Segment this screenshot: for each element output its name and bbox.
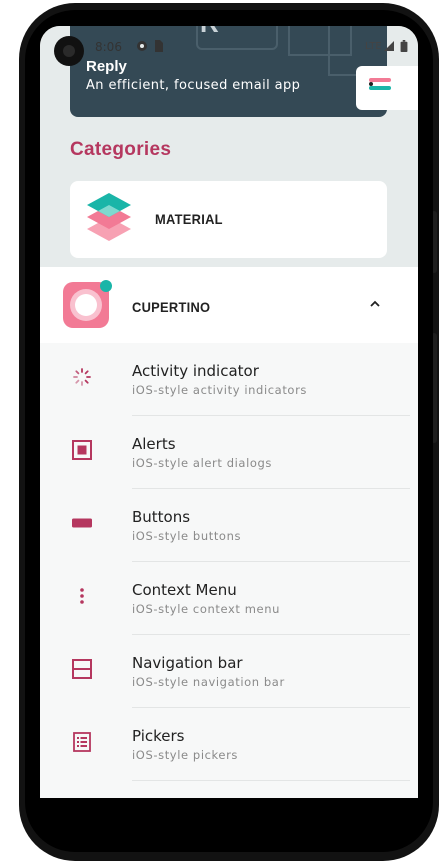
alert-icon [72,440,92,460]
item-subtitle: iOS-style context menu [132,602,280,616]
list-item-buttons[interactable]: Buttons iOS-style buttons [40,489,418,562]
menu-bar-teal [369,86,391,90]
item-title: Buttons [132,508,191,526]
item-subtitle: iOS-style activity indicators [132,383,307,397]
cupertino-demo-list: Activity indicator iOS-style activity in… [40,343,418,781]
menu-button[interactable] [356,66,418,110]
button-icon [72,518,92,528]
material-category-card[interactable]: MATERIAL [70,181,387,258]
more-vertical-icon [80,588,84,604]
item-title: Alerts [132,435,176,453]
cupertino-label: CUPERTINO [132,299,211,315]
item-subtitle: iOS-style alert dialogs [132,456,273,470]
chevron-up-icon[interactable] [370,299,380,309]
signal-icon [384,41,394,51]
material-label: MATERIAL [155,211,223,227]
list-item-activity-indicator[interactable]: Activity indicator iOS-style activity in… [40,343,418,416]
cupertino-category-header[interactable]: CUPERTINO [40,267,418,343]
item-title: Navigation bar [132,654,243,672]
battery-icon [400,40,408,52]
settings-status-icon [137,41,147,51]
list-item-pickers[interactable]: Pickers iOS-style pickers [40,708,418,781]
item-subtitle: iOS-style pickers [132,748,238,762]
item-title: Pickers [132,727,185,745]
reply-subtitle: An efficient, focused email app [86,78,301,93]
material-logo-icon [87,193,131,241]
list-item-context-menu[interactable]: Context Menu iOS-style context menu [40,562,418,635]
status-time: 8:06 [95,40,122,54]
front-camera [54,36,84,66]
sim-card-icon [155,40,163,52]
status-bar: 8:06 LTE [40,26,418,66]
activity-indicator-icon [73,368,91,386]
navigation-bar-icon [72,659,92,679]
list-item-navigation-bar[interactable]: Navigation bar iOS-style navigation bar [40,635,418,708]
divider [132,780,410,781]
header-area: R Reply An efficient, focused email app … [40,26,418,267]
cupertino-logo-icon [63,280,112,328]
item-subtitle: iOS-style buttons [132,529,242,543]
menu-bar-pink [369,78,391,82]
menu-dot [369,82,373,86]
network-type: LTE [365,41,382,52]
picker-list-icon [73,732,91,752]
item-title: Context Menu [132,581,237,599]
list-item-alerts[interactable]: Alerts iOS-style alert dialogs [40,416,418,489]
item-subtitle: iOS-style navigation bar [132,675,285,689]
item-title: Activity indicator [132,362,259,380]
app-screen: R Reply An efficient, focused email app … [40,26,418,798]
categories-heading: Categories [70,139,172,160]
